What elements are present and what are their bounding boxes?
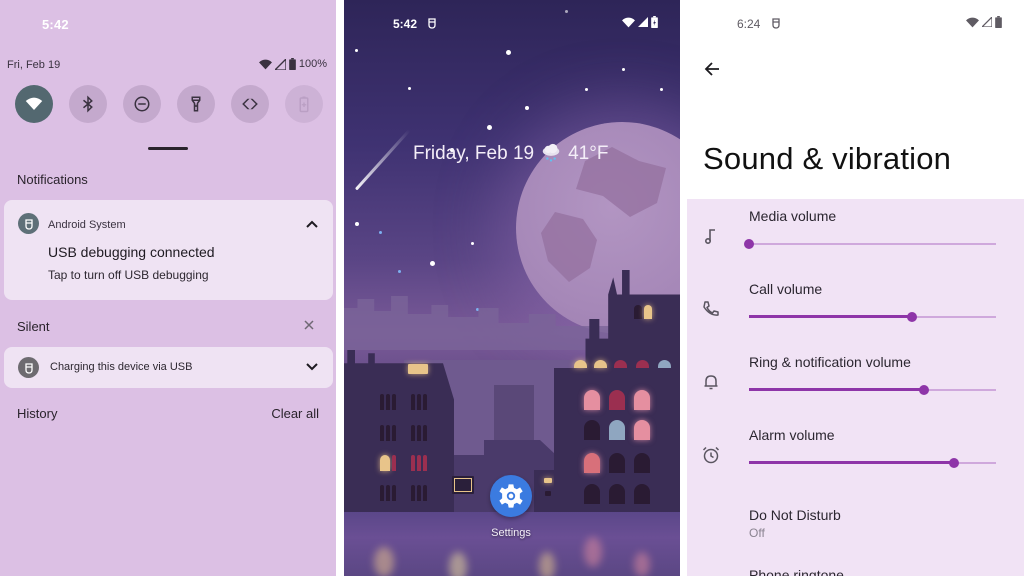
tile-bluetooth[interactable] — [69, 85, 107, 123]
settings-list: Media volume Call volume Ring & notifica… — [687, 199, 1024, 576]
cell-signal-icon — [982, 17, 992, 27]
dnd-value: Off — [749, 526, 765, 540]
ring-volume-slider[interactable] — [749, 383, 996, 397]
quick-settings-tiles — [15, 85, 323, 123]
glance-temperature: 41°F — [568, 143, 609, 164]
tile-auto-rotate[interactable] — [231, 85, 269, 123]
bell-icon — [704, 375, 718, 390]
status-bar-time: 5:42 — [393, 17, 418, 31]
settings-app-icon[interactable] — [490, 475, 532, 517]
battery-charging-icon — [651, 16, 658, 28]
drag-handle[interactable] — [148, 147, 188, 150]
media-volume-slider[interactable] — [744, 237, 996, 251]
usb-debug-icon — [428, 18, 436, 29]
media-volume-label: Media volume — [749, 208, 837, 224]
status-icons — [966, 16, 1002, 28]
usb-debug-icon — [24, 218, 33, 230]
notification-card[interactable]: Android System USB debugging connected T… — [4, 200, 333, 300]
settings-app-label[interactable]: Settings — [471, 527, 551, 539]
usb-debug-icon — [24, 362, 33, 374]
gear-icon — [499, 484, 523, 508]
cell-signal-icon — [274, 58, 286, 70]
silent-notification-text: Charging this device via USB — [50, 361, 193, 373]
do-not-disturb-item[interactable]: Do Not Disturb Off — [687, 489, 1024, 549]
chevron-down-icon[interactable] — [304, 359, 320, 375]
page-title: Sound & vibration — [703, 141, 952, 176]
status-bar-time: 6:24 — [737, 17, 761, 31]
cell-signal-icon — [638, 17, 648, 27]
notification-text: Tap to turn off USB debugging — [48, 268, 209, 282]
battery-icon — [289, 58, 296, 70]
tile-do-not-disturb[interactable] — [123, 85, 161, 123]
tile-flashlight[interactable] — [177, 85, 215, 123]
call-volume-slider[interactable] — [749, 310, 996, 324]
app-badge — [18, 213, 39, 234]
slider-thumb[interactable] — [744, 239, 754, 249]
clear-all-button[interactable]: Clear all — [271, 406, 319, 421]
notification-app-name: Android System — [48, 219, 126, 231]
phone-icon — [703, 301, 719, 316]
notification-shade: 5:42 Fri, Feb 19 100% Notifications Andr… — [0, 0, 336, 576]
shooting-star — [354, 129, 411, 191]
alarm-volume-label: Alarm volume — [749, 427, 835, 443]
call-volume-label: Call volume — [749, 281, 823, 297]
status-icons: 100% — [258, 58, 327, 70]
usb-debug-icon — [772, 18, 780, 29]
wifi-icon — [25, 97, 43, 110]
ring-volume-label: Ring & notification volume — [749, 354, 911, 370]
settings-screen: 6:24 Sound & vibration Media volume Call… — [687, 0, 1024, 576]
battery-saver-icon — [299, 96, 309, 113]
battery-percent: 100% — [298, 58, 327, 70]
notifications-header: Notifications — [17, 172, 88, 187]
wifi-icon — [622, 17, 635, 27]
alarm-volume-slider[interactable] — [749, 456, 996, 470]
left-building — [344, 350, 454, 515]
slider-thumb[interactable] — [907, 312, 918, 322]
status-bar-time: 5:42 — [42, 17, 69, 32]
history-link[interactable]: History — [17, 406, 57, 421]
wifi-icon — [258, 59, 272, 69]
glance-date: Friday, Feb 19 — [413, 143, 535, 164]
chevron-up-icon[interactable] — [304, 216, 320, 232]
home-screen: 5:42 Friday, Feb 19 41°F Settings — [344, 0, 680, 576]
notification-title: USB debugging connected — [48, 244, 215, 260]
silent-header: Silent — [17, 319, 50, 334]
phone-ringtone-item[interactable]: Phone ringtone — [749, 567, 844, 576]
dnd-label: Do Not Disturb — [749, 507, 841, 523]
at-a-glance-widget[interactable]: Friday, Feb 19 41°F — [413, 143, 608, 165]
dnd-icon — [134, 96, 150, 112]
tile-wifi[interactable] — [15, 85, 53, 123]
music-note-icon — [705, 229, 715, 245]
rotate-icon — [242, 95, 258, 113]
alarm-icon — [702, 446, 720, 464]
wifi-icon — [966, 17, 979, 27]
slider-thumb[interactable] — [919, 385, 930, 395]
tile-battery-saver[interactable] — [285, 85, 323, 123]
water-reflection — [344, 512, 680, 576]
status-icons — [622, 16, 658, 28]
bluetooth-icon — [83, 95, 93, 113]
battery-charging-icon — [995, 16, 1002, 28]
back-arrow-icon[interactable] — [701, 58, 723, 80]
flashlight-icon — [191, 96, 201, 112]
slider-thumb[interactable] — [949, 458, 959, 468]
rain-cloud-icon — [542, 143, 560, 162]
close-icon[interactable] — [302, 318, 316, 332]
app-badge — [18, 357, 39, 378]
silent-notification-card[interactable]: Charging this device via USB — [4, 347, 333, 388]
shade-date[interactable]: Fri, Feb 19 — [7, 59, 60, 71]
